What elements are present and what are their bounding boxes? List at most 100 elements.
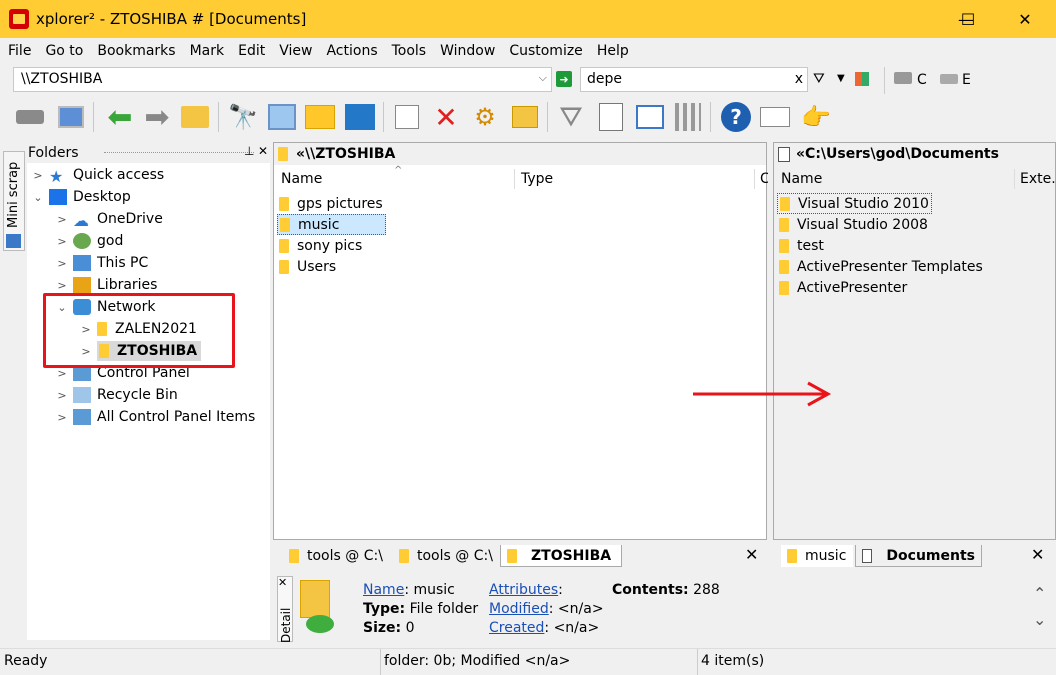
report-icon[interactable]	[595, 101, 627, 133]
col-ext[interactable]: Exte.	[1020, 171, 1056, 187]
drive-icon[interactable]	[14, 101, 46, 133]
menu-view[interactable]: View	[279, 43, 312, 59]
status-divider	[380, 649, 381, 675]
funnel-icon[interactable]: ⛛	[555, 100, 587, 133]
file-row[interactable]: ActivePresenter Templates	[779, 256, 983, 277]
tab-music[interactable]: music	[781, 545, 853, 567]
menu-window[interactable]: Window	[440, 43, 495, 59]
new-item-icon[interactable]	[391, 101, 423, 133]
columns-icon[interactable]	[672, 101, 704, 133]
tab-label: tools @ C:\	[417, 548, 493, 564]
chevron-down-icon[interactable]: ⌵	[539, 71, 547, 85]
right-pane-header: «C:\Users\god\Documents	[774, 143, 1055, 165]
tree-item-quick-access[interactable]: > ★ Quick access	[31, 164, 164, 186]
scroll-down-icon[interactable]: ⌄	[1033, 610, 1046, 629]
file-row[interactable]: Users	[279, 256, 336, 277]
up-folder-icon[interactable]	[179, 101, 211, 133]
col-name[interactable]: Name	[281, 171, 322, 187]
menu-help[interactable]: Help	[597, 43, 629, 59]
status-ready: Ready	[4, 653, 48, 669]
clear-filter-button[interactable]: x	[795, 71, 803, 87]
menu-customize[interactable]: Customize	[509, 43, 583, 59]
tab-documents-active[interactable]: Documents	[855, 545, 982, 567]
windows-icon[interactable]	[344, 101, 376, 133]
network-computer-icon[interactable]	[55, 101, 87, 133]
file-row[interactable]: test	[779, 235, 824, 256]
tree-item-all-control-panel-items[interactable]: > All Control Panel Items	[55, 406, 255, 428]
close-tab-icon[interactable]: ✕	[745, 545, 758, 564]
folder-icon	[779, 238, 789, 253]
file-name: Users	[297, 258, 337, 275]
close-folders-icon[interactable]: ✕	[258, 144, 268, 158]
go-icon[interactable]: ➜	[556, 71, 572, 87]
menu-edit[interactable]: Edit	[238, 43, 265, 59]
col-type[interactable]: Type	[521, 171, 553, 187]
modified-link[interactable]: Modified	[489, 601, 549, 617]
contents-value: 288	[693, 582, 720, 598]
search-icon[interactable]: 🔭	[227, 101, 259, 133]
close-tab-icon[interactable]: ✕	[1031, 545, 1044, 564]
left-pane-header: «\\ZTOSHIBA	[274, 143, 766, 165]
file-row[interactable]: gps pictures	[279, 193, 383, 214]
arrow-annotation	[693, 381, 832, 407]
tree-item-god[interactable]: > god	[55, 230, 123, 252]
maximize-button[interactable]: ☐	[943, 0, 993, 38]
settings-icon[interactable]: ⚙	[469, 101, 501, 133]
drive-c-icon[interactable]	[894, 72, 912, 84]
created-link[interactable]: Created	[489, 620, 544, 636]
attributes-link[interactable]: Attributes	[489, 582, 558, 598]
file-name: sony pics	[297, 237, 363, 254]
list-view-icon[interactable]	[634, 101, 666, 133]
thumbnails-icon[interactable]	[266, 101, 298, 133]
file-row[interactable]: sony pics	[279, 235, 362, 256]
tree-item-desktop[interactable]: ⌄ Desktop	[31, 186, 131, 208]
address-input[interactable]: \\ZTOSHIBA ⌵	[13, 67, 552, 92]
window-title: xplorer² - ZTOSHIBA # [Documents]	[36, 10, 307, 28]
filter-funnel-icon[interactable]: ⛛	[813, 71, 825, 87]
file-row-focused[interactable]: Visual Studio 2010	[777, 193, 932, 214]
tree-item-this-pc[interactable]: > This PC	[55, 252, 148, 274]
forward-icon[interactable]: ➡	[141, 100, 173, 135]
folder-view-icon[interactable]	[304, 101, 336, 133]
email-icon[interactable]	[759, 101, 791, 133]
folders-tree: > ★ Quick access ⌄ Desktop > ☁ OneDrive > god …	[27, 163, 270, 640]
name-link[interactable]: Name	[363, 582, 404, 598]
menu-bookmarks[interactable]: Bookmarks	[97, 43, 175, 59]
delete-icon[interactable]: ✕	[430, 101, 462, 134]
tab-tools-c-1[interactable]: tools @ C:\	[283, 545, 389, 567]
menu-mark[interactable]: Mark	[190, 43, 225, 59]
folder-icon	[787, 549, 797, 563]
file-row[interactable]: ActivePresenter	[779, 277, 907, 298]
close-details-icon[interactable]: ✕	[278, 576, 287, 589]
tab-tools-c-2[interactable]: tools @ C:\	[393, 545, 499, 567]
tree-item-recycle-bin[interactable]: > Recycle Bin	[55, 384, 178, 406]
tab-ztoshiba-active[interactable]: ZTOSHIBA	[500, 545, 622, 567]
menu-file[interactable]: File	[8, 43, 31, 59]
drive-e-label[interactable]: E	[962, 72, 971, 88]
file-name: test	[797, 237, 824, 254]
mini-scrap-tab[interactable]: Mini scrap	[3, 151, 25, 251]
document-icon	[778, 146, 790, 162]
attributes-value: :	[558, 582, 563, 598]
help-icon[interactable]: ?	[720, 101, 752, 133]
menu-goto[interactable]: Go to	[45, 43, 83, 59]
menu-tools[interactable]: Tools	[392, 43, 427, 59]
back-icon[interactable]: ⬅	[104, 100, 136, 135]
file-row-selected[interactable]: music	[277, 214, 386, 235]
close-button[interactable]: ✕	[1000, 0, 1050, 38]
menu-actions[interactable]: Actions	[326, 43, 377, 59]
color-filter-icon[interactable]	[855, 72, 869, 86]
drive-c-label[interactable]: C	[917, 72, 927, 88]
filter-input[interactable]: depe x	[580, 67, 808, 92]
tree-item-onedrive[interactable]: > ☁ OneDrive	[55, 208, 162, 230]
copy-to-icon[interactable]	[509, 101, 541, 133]
computer-icon	[73, 255, 91, 271]
pin-icon[interactable]: ⊥	[244, 144, 254, 158]
col-name[interactable]: Name	[781, 171, 822, 187]
hand-icon[interactable]: 👉	[800, 101, 832, 133]
file-row[interactable]: Visual Studio 2008	[779, 214, 928, 235]
scroll-up-icon[interactable]: ⌃	[1033, 584, 1046, 603]
col-extra[interactable]: C	[760, 171, 768, 187]
filter-dropdown-icon[interactable]: ▼	[837, 73, 845, 84]
drive-e-icon[interactable]	[940, 74, 958, 84]
